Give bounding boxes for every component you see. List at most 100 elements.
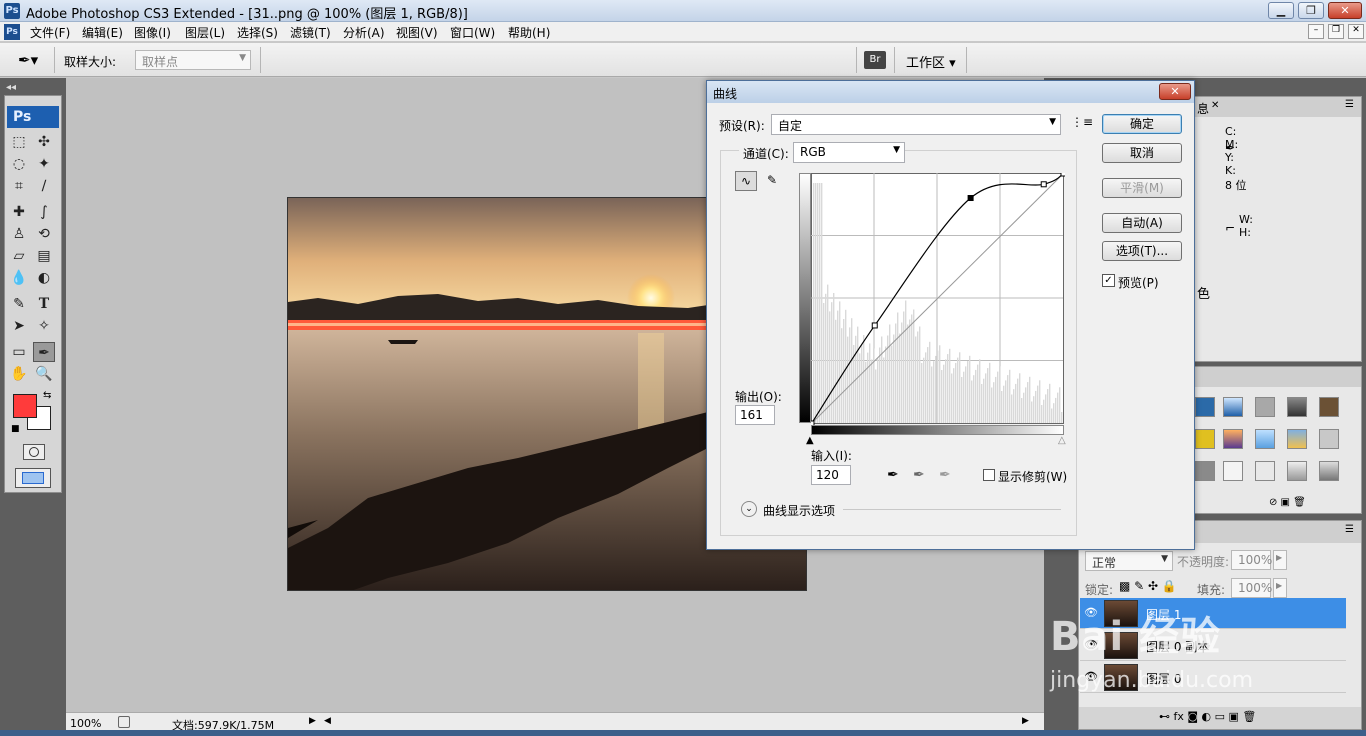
style-swatch[interactable] [1223,429,1243,449]
info-tab-label[interactable]: 息 [1197,100,1209,117]
preset-options-icon[interactable]: ⋮≡ [1071,115,1093,129]
magic-wand-tool-icon[interactable]: ✦ [33,154,55,174]
lock-icons[interactable]: ▩ ✎ ✣ 🔒 [1119,579,1177,593]
style-swatch[interactable] [1287,397,1307,417]
move-tool-icon[interactable]: ✣ [33,132,55,152]
status-menu-arrow-icon[interactable]: ▶ [309,716,316,726]
style-swatch[interactable] [1223,397,1243,417]
scroll-left-arrow-icon[interactable]: ◀ [324,716,331,726]
eraser-tool-icon[interactable]: ▱ [8,246,30,266]
sample-size-select[interactable]: 取样点 ▼ [135,50,251,70]
panel-menu-icon[interactable]: ☰ [1345,524,1354,535]
close-app-button[interactable]: ✕ [1328,2,1362,19]
menu-window[interactable]: 窗口(W) [450,24,495,41]
show-clipping-checkbox[interactable] [983,469,995,481]
style-swatch[interactable] [1195,397,1215,417]
type-tool-icon[interactable]: T [33,294,55,314]
white-point-slider-icon[interactable]: △ [1058,435,1066,446]
menu-help[interactable]: 帮助(H) [508,24,550,41]
style-swatch[interactable] [1287,461,1307,481]
input-input[interactable]: 120 [811,465,851,485]
curve-point[interactable] [967,195,974,202]
scroll-right-arrow-icon[interactable]: ▶ [1022,716,1029,726]
minimize-button[interactable]: ▁ [1268,2,1294,19]
status-icon[interactable] [118,716,130,728]
swap-colors-icon[interactable]: ⇆ [43,390,51,401]
brush-tool-icon[interactable]: ∫ [33,202,55,222]
dialog-close-button[interactable]: ✕ [1159,83,1191,100]
pen-tool-icon[interactable]: ✎ [8,294,30,314]
style-swatch[interactable] [1255,429,1275,449]
style-swatch[interactable] [1195,461,1215,481]
gradient-tool-icon[interactable]: ▤ [33,246,55,266]
eyedropper-tool-preset-icon[interactable]: ✒▾ [18,51,38,69]
shape-tool-icon[interactable]: ✧ [33,316,55,336]
blend-mode-select[interactable]: 正常 ▼ [1085,551,1173,571]
menu-view[interactable]: 视图(V) [396,24,438,41]
zoom-tool-icon[interactable]: 🔍 [33,364,55,384]
foreground-color-swatch[interactable] [13,394,37,418]
style-swatch[interactable] [1287,429,1307,449]
menu-filter[interactable]: 滤镜(T) [290,24,331,41]
screen-mode-icon[interactable] [15,468,51,488]
curve-point[interactable] [1060,173,1065,177]
smooth-button[interactable]: 平滑(M) [1102,178,1182,198]
default-colors-icon[interactable]: ■ [11,424,20,434]
blur-tool-icon[interactable]: 💧 [8,268,30,288]
collapse-arrows-icon[interactable]: ◂◂ [6,82,16,93]
style-swatch[interactable] [1255,397,1275,417]
doc-restore-button[interactable]: ❐ [1328,24,1344,39]
pencil-tool-icon[interactable]: ✎ [762,171,782,191]
doc-close-button[interactable]: ✕ [1348,24,1364,39]
path-selection-tool-icon[interactable]: ➤ [8,316,30,336]
style-swatch[interactable] [1319,397,1339,417]
gray-eyedropper-icon[interactable]: ✒ [913,467,925,483]
menu-layer[interactable]: 图层(L) [185,24,225,41]
options-button[interactable]: 选项(T)... [1102,241,1182,261]
preset-select[interactable]: 自定 ▼ [771,114,1061,135]
auto-button[interactable]: 自动(A) [1102,213,1182,233]
healing-brush-tool-icon[interactable]: ✚ [8,202,30,222]
curve-point-tool-icon[interactable]: ∿ [735,171,757,191]
close-tab-icon[interactable]: ✕ [1211,100,1219,111]
layers-footer-icons[interactable]: ⊷ fx ◙ ◐ ▭ ▣ 🗑 [1079,707,1361,729]
style-swatch[interactable] [1255,461,1275,481]
document-icon[interactable]: Ps [4,24,20,40]
output-input[interactable]: 161 [735,405,775,425]
history-brush-tool-icon[interactable]: ⟲ [33,224,55,244]
ok-button[interactable]: 确定 [1102,114,1182,134]
curve-display-options-label[interactable]: 曲线显示选项 [763,502,835,519]
maximize-button[interactable]: ❐ [1298,2,1324,19]
curve-point[interactable] [871,322,878,329]
doc-minimize-button[interactable]: – [1308,24,1324,39]
black-point-slider-icon[interactable]: ▲ [806,435,814,446]
quick-mask-icon[interactable] [23,444,45,460]
slice-tool-icon[interactable]: ∕ [33,176,55,196]
notes-tool-icon[interactable]: ▭ [8,342,30,362]
panel-menu-icon[interactable]: ☰ [1345,99,1354,110]
style-swatch[interactable] [1223,461,1243,481]
fill-input[interactable]: 100% [1231,578,1272,598]
black-eyedropper-icon[interactable]: ✒ [887,467,899,483]
crop-tool-icon[interactable]: ⌗ [8,176,30,196]
opacity-arrow-icon[interactable]: ▶ [1273,550,1287,570]
panel-footer-icons[interactable]: ⊘ ▣ 🗑 [1269,497,1306,508]
lasso-tool-icon[interactable]: ◌ [8,154,30,174]
hand-tool-icon[interactable]: ✋ [8,364,30,384]
style-swatch[interactable] [1319,429,1339,449]
cancel-button[interactable]: 取消 [1102,143,1182,163]
color-tab-label[interactable]: 色 [1197,283,1210,302]
white-eyedropper-icon[interactable]: ✒ [939,467,951,483]
menu-edit[interactable]: 编辑(E) [82,24,123,41]
curve-point[interactable] [1040,181,1047,188]
opacity-input[interactable]: 100% [1231,550,1272,570]
zoom-level[interactable]: 100% [70,717,101,730]
preview-checkbox[interactable]: ✓ [1102,274,1115,287]
menu-image[interactable]: 图像(I) [134,24,171,41]
style-swatch[interactable] [1195,429,1215,449]
workspace-menu[interactable]: 工作区 ▾ [906,52,956,71]
channel-select[interactable]: RGB ▼ [793,142,905,163]
menu-file[interactable]: 文件(F) [30,24,70,41]
style-swatch[interactable] [1319,461,1339,481]
fill-arrow-icon[interactable]: ▶ [1273,578,1287,598]
